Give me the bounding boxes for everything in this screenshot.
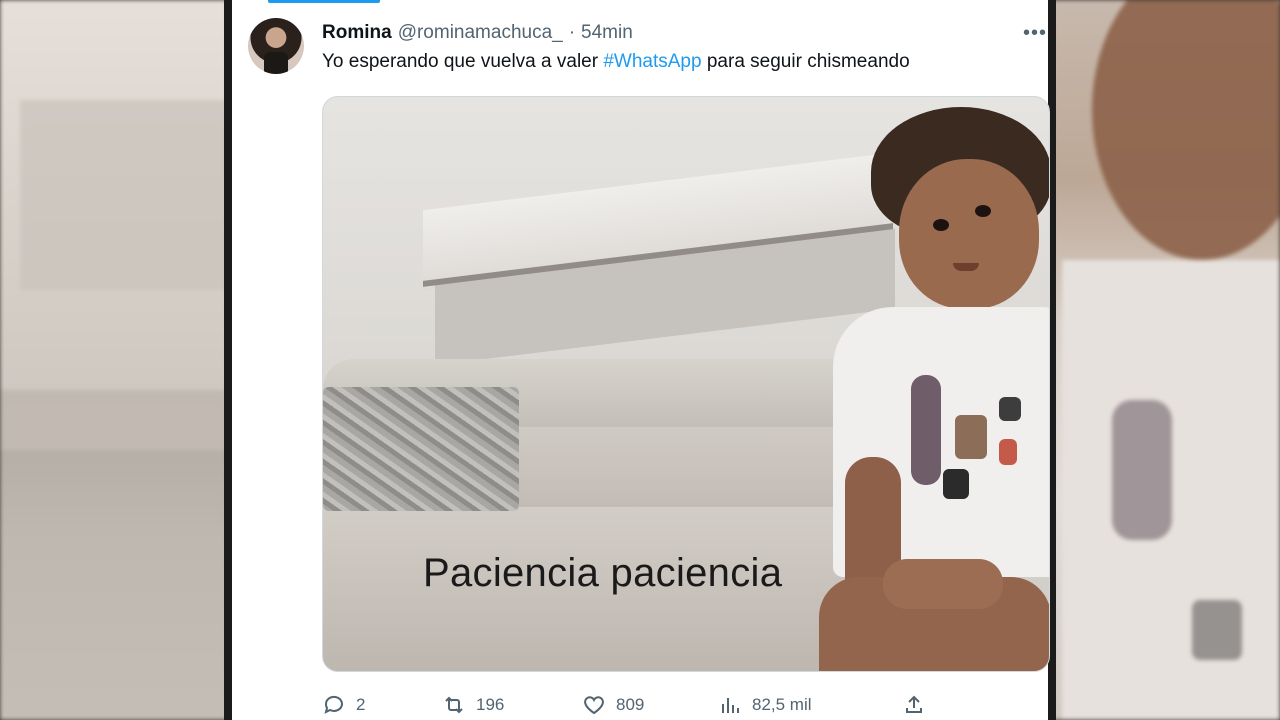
reply-icon — [324, 695, 343, 714]
views-count: 82,5 mil — [752, 695, 812, 714]
like-count: 809 — [616, 695, 645, 714]
display-name[interactable]: Romina — [322, 22, 392, 44]
separator-dot: · — [568, 22, 576, 43]
tweet-header: Romina @rominamachuca_ · 54min — [322, 20, 633, 46]
more-options-icon[interactable]: ••• — [1022, 20, 1048, 46]
retweet-icon — [445, 696, 463, 714]
tweet-card[interactable]: Romina @rominamachuca_ · 54min ••• Yo es… — [232, 0, 1050, 720]
retweet-button[interactable]: 196 — [442, 693, 504, 717]
blurred-background-left — [0, 0, 228, 720]
retweet-count: 196 — [476, 695, 505, 714]
avatar[interactable] — [248, 18, 304, 74]
tweet-text-before: Yo esperando que vuelva a valer — [322, 51, 604, 72]
tweet-text-after: para seguir chismeando — [701, 51, 910, 72]
like-button[interactable]: 809 — [582, 693, 644, 717]
user-handle[interactable]: @rominamachuca_ — [398, 22, 563, 44]
timestamp[interactable]: 54min — [581, 22, 633, 44]
reply-count: 2 — [356, 695, 366, 714]
frame-edge-left — [224, 0, 232, 720]
views-icon — [722, 698, 739, 713]
top-accent-bar — [268, 0, 380, 3]
tweet-media-image[interactable]: Paciencia paciencia — [322, 96, 1050, 672]
views-button[interactable]: 82,5 mil — [718, 693, 812, 717]
pillow — [323, 387, 519, 511]
media-caption: Paciencia paciencia — [423, 551, 783, 595]
share-icon — [906, 695, 922, 713]
reply-button[interactable]: 2 — [322, 693, 365, 717]
tweet-text: Yo esperando que vuelva a valer #WhatsAp… — [322, 51, 910, 73]
heart-icon — [584, 696, 604, 715]
blurred-background-right — [1052, 0, 1280, 720]
tweet-actions: 2 196 809 82,5 mil — [322, 690, 1022, 720]
share-button[interactable] — [902, 693, 926, 717]
hashtag-link[interactable]: #WhatsApp — [603, 51, 701, 72]
